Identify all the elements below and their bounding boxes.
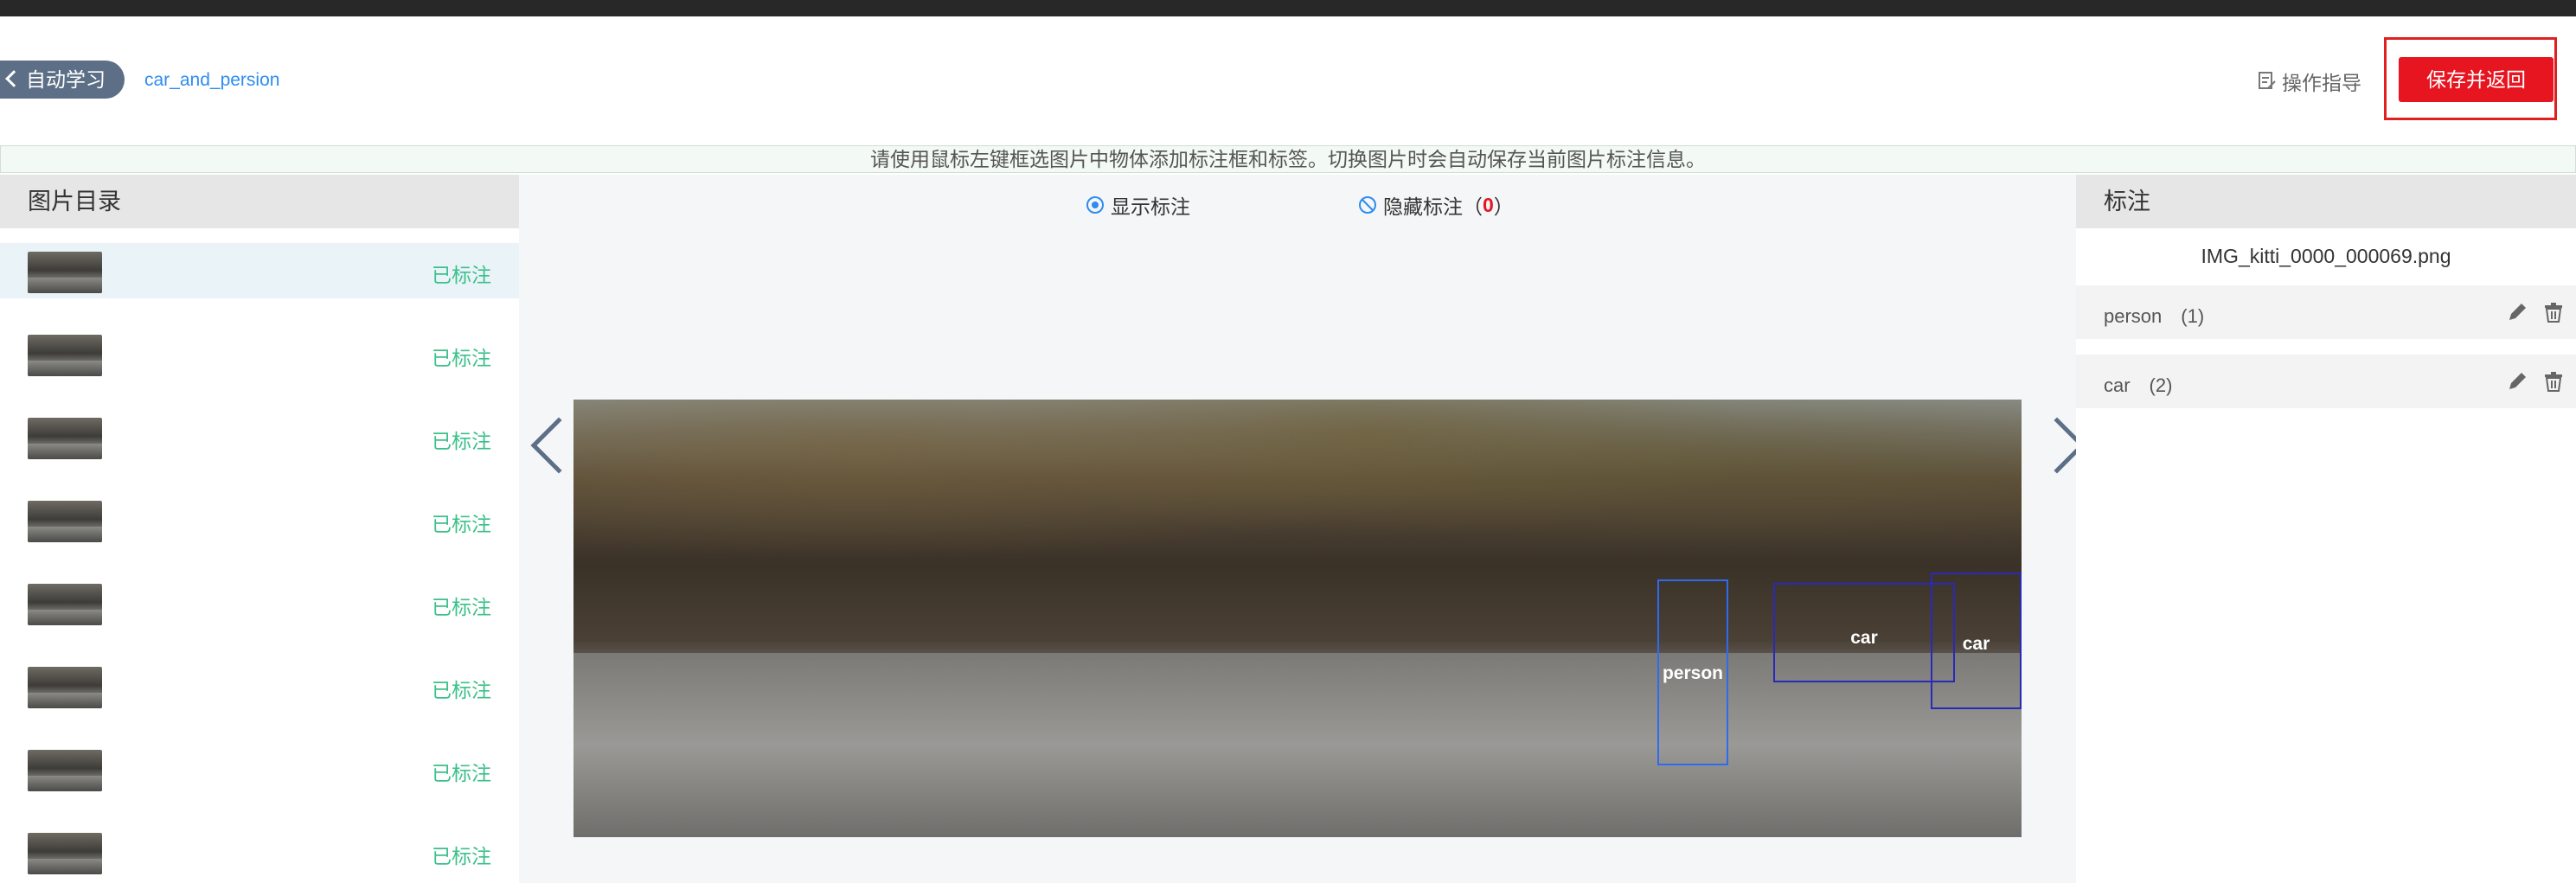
annotation-label: person (1) [2104, 305, 2205, 327]
pencil-icon[interactable] [2506, 370, 2528, 393]
bbox-car[interactable]: car [1931, 573, 2022, 709]
bbox-car[interactable]: car [1773, 583, 1955, 682]
annotation-panel: 标注 IMG_kitti_0000_000069.png person (1) … [2076, 175, 2576, 883]
header: 自动学习 car_and_persion 操作指导 保存并返回 [0, 16, 2576, 145]
image-list-item[interactable]: 已标注 [0, 243, 519, 298]
image-thumbnail [28, 252, 102, 293]
annotation-status: 已标注 [432, 845, 491, 867]
bbox-person[interactable]: person [1657, 579, 1728, 765]
image-thumbnail [28, 335, 102, 376]
image-directory-title: 图片目录 [0, 175, 519, 228]
dataset-name-link[interactable]: car_and_persion [144, 70, 279, 91]
bbox-label: car [1850, 627, 1878, 648]
bbox-label: car [1962, 634, 1990, 655]
trash-icon[interactable] [2542, 370, 2565, 393]
guide-label: 操作指导 [2282, 72, 2361, 94]
hide-annotations-suffix: ） [1493, 195, 1514, 218]
image-list-item[interactable]: 已标注 [0, 326, 519, 381]
image-thumbnail [28, 418, 102, 459]
image-list-item[interactable]: 已标注 [0, 658, 519, 713]
guide-link[interactable]: 操作指导 [2258, 67, 2361, 95]
eye-icon [1086, 196, 1104, 214]
hidden-count: 0 [1483, 193, 1494, 216]
trash-icon[interactable] [2542, 301, 2565, 323]
image-thumbnail [28, 501, 102, 542]
annotation-status: 已标注 [432, 430, 491, 452]
image-thumbnail [28, 584, 102, 625]
save-and-return-button[interactable]: 保存并返回 [2399, 57, 2554, 102]
annotation-label: car (2) [2104, 374, 2173, 396]
show-annotations-label: 显示标注 [1111, 195, 1190, 218]
annotation-status: 已标注 [432, 347, 491, 369]
back-label: 自动学习 [26, 68, 106, 91]
annotation-row[interactable]: person (1) [2076, 285, 2576, 339]
bbox-label: person [1662, 662, 1723, 683]
document-edit-icon [2259, 72, 2276, 89]
annotation-status: 已标注 [432, 264, 491, 286]
image-list-item[interactable]: 已标注 [0, 409, 519, 464]
image-directory-panel: 图片目录 已标注 已标注 已标注 已标注 已标注 已标注 已标注 已标注 [0, 175, 519, 883]
annotation-status: 已标注 [432, 596, 491, 618]
eye-off-icon [1359, 196, 1376, 214]
image-thumbnail [28, 833, 102, 874]
current-image-name: IMG_kitti_0000_000069.png [2201, 245, 2451, 267]
annotation-canvas-area: 显示标注 隐藏标注（ 0） person car car [519, 175, 2086, 883]
instruction-tip: 请使用鼠标左键框选图片中物体添加标注框和标签。切换图片时会自动保存当前图片标注信… [0, 145, 2576, 173]
annotation-row[interactable]: car (2) [2076, 355, 2576, 408]
annotation-image[interactable]: person car car [574, 400, 2022, 837]
annotation-status: 已标注 [432, 513, 491, 535]
annotation-panel-title: 标注 [2076, 175, 2576, 228]
image-list-item[interactable]: 已标注 [0, 492, 519, 547]
annotation-status: 已标注 [432, 762, 491, 784]
top-bar [0, 0, 2576, 16]
image-list-item[interactable]: 已标注 [0, 741, 519, 797]
image-thumbnail [28, 750, 102, 791]
image-thumbnail [28, 667, 102, 708]
hide-annotations-label: 隐藏标注（ [1383, 195, 1483, 218]
image-list-item[interactable]: 已标注 [0, 824, 519, 880]
pencil-icon[interactable] [2506, 301, 2528, 323]
chevron-left-icon [5, 70, 22, 87]
back-button[interactable]: 自动学习 [0, 61, 125, 99]
image-list-item[interactable]: 已标注 [0, 575, 519, 630]
show-annotations-toggle[interactable]: 显示标注 [1086, 190, 1190, 220]
hide-annotations-toggle[interactable]: 隐藏标注（ 0） [1359, 190, 1514, 220]
annotation-status: 已标注 [432, 679, 491, 701]
